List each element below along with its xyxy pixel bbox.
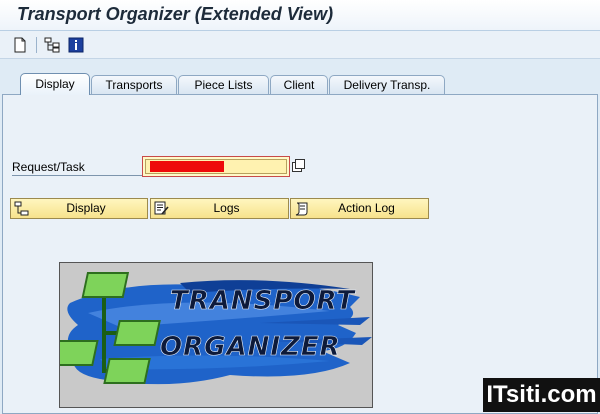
request-task-field-frame (142, 156, 290, 177)
tab-piece-lists[interactable]: Piece Lists (178, 75, 269, 94)
tab-display-label: Display (35, 77, 75, 91)
tab-delivery-transp-label: Delivery Transp. (343, 78, 431, 92)
logs-button-label: Logs (213, 201, 240, 215)
information-icon[interactable] (68, 37, 84, 53)
log-edit-icon (154, 201, 169, 216)
action-log-button-label: Action Log (338, 201, 395, 215)
request-task-label: Request/Task (12, 159, 142, 176)
logo-graphic: TRANSPORT ORGANIZER (60, 272, 372, 385)
application-toolbar (0, 31, 600, 59)
tab-strip: Display Transports Piece Lists Client De… (0, 73, 600, 95)
logo-line1: TRANSPORT (170, 286, 356, 316)
hierarchy-icon[interactable] (44, 37, 60, 53)
new-document-icon[interactable] (12, 37, 28, 53)
action-log-button[interactable]: Action Log (290, 198, 429, 219)
tab-client[interactable]: Client (270, 75, 328, 94)
display-button[interactable]: Display (10, 198, 148, 219)
tab-display[interactable]: Display (20, 73, 90, 95)
transport-organizer-logo: TRANSPORT ORGANIZER (59, 262, 373, 408)
itsiti-watermark: ITsiti.com (483, 378, 600, 412)
scroll-log-icon (294, 201, 309, 216)
title-bar: Transport Organizer (Extended View) (0, 0, 600, 31)
tab-client-label: Client (283, 78, 315, 92)
toolbar-separator (36, 37, 37, 53)
tab-delivery-transp[interactable]: Delivery Transp. (329, 75, 445, 94)
tab-piece-lists-label: Piece Lists (194, 78, 253, 92)
request-task-input[interactable] (145, 159, 287, 174)
window-title: Transport Organizer (Extended View) (17, 4, 334, 24)
request-task-redaction (150, 161, 224, 172)
value-help-icon[interactable] (292, 159, 305, 173)
display-button-label: Display (66, 201, 106, 215)
logs-button[interactable]: Logs (150, 198, 289, 219)
logo-line2: ORGANIZER (160, 332, 341, 362)
hierarchy-icon (14, 201, 29, 216)
tab-transports[interactable]: Transports (91, 75, 177, 94)
tab-transports-label: Transports (105, 78, 163, 92)
